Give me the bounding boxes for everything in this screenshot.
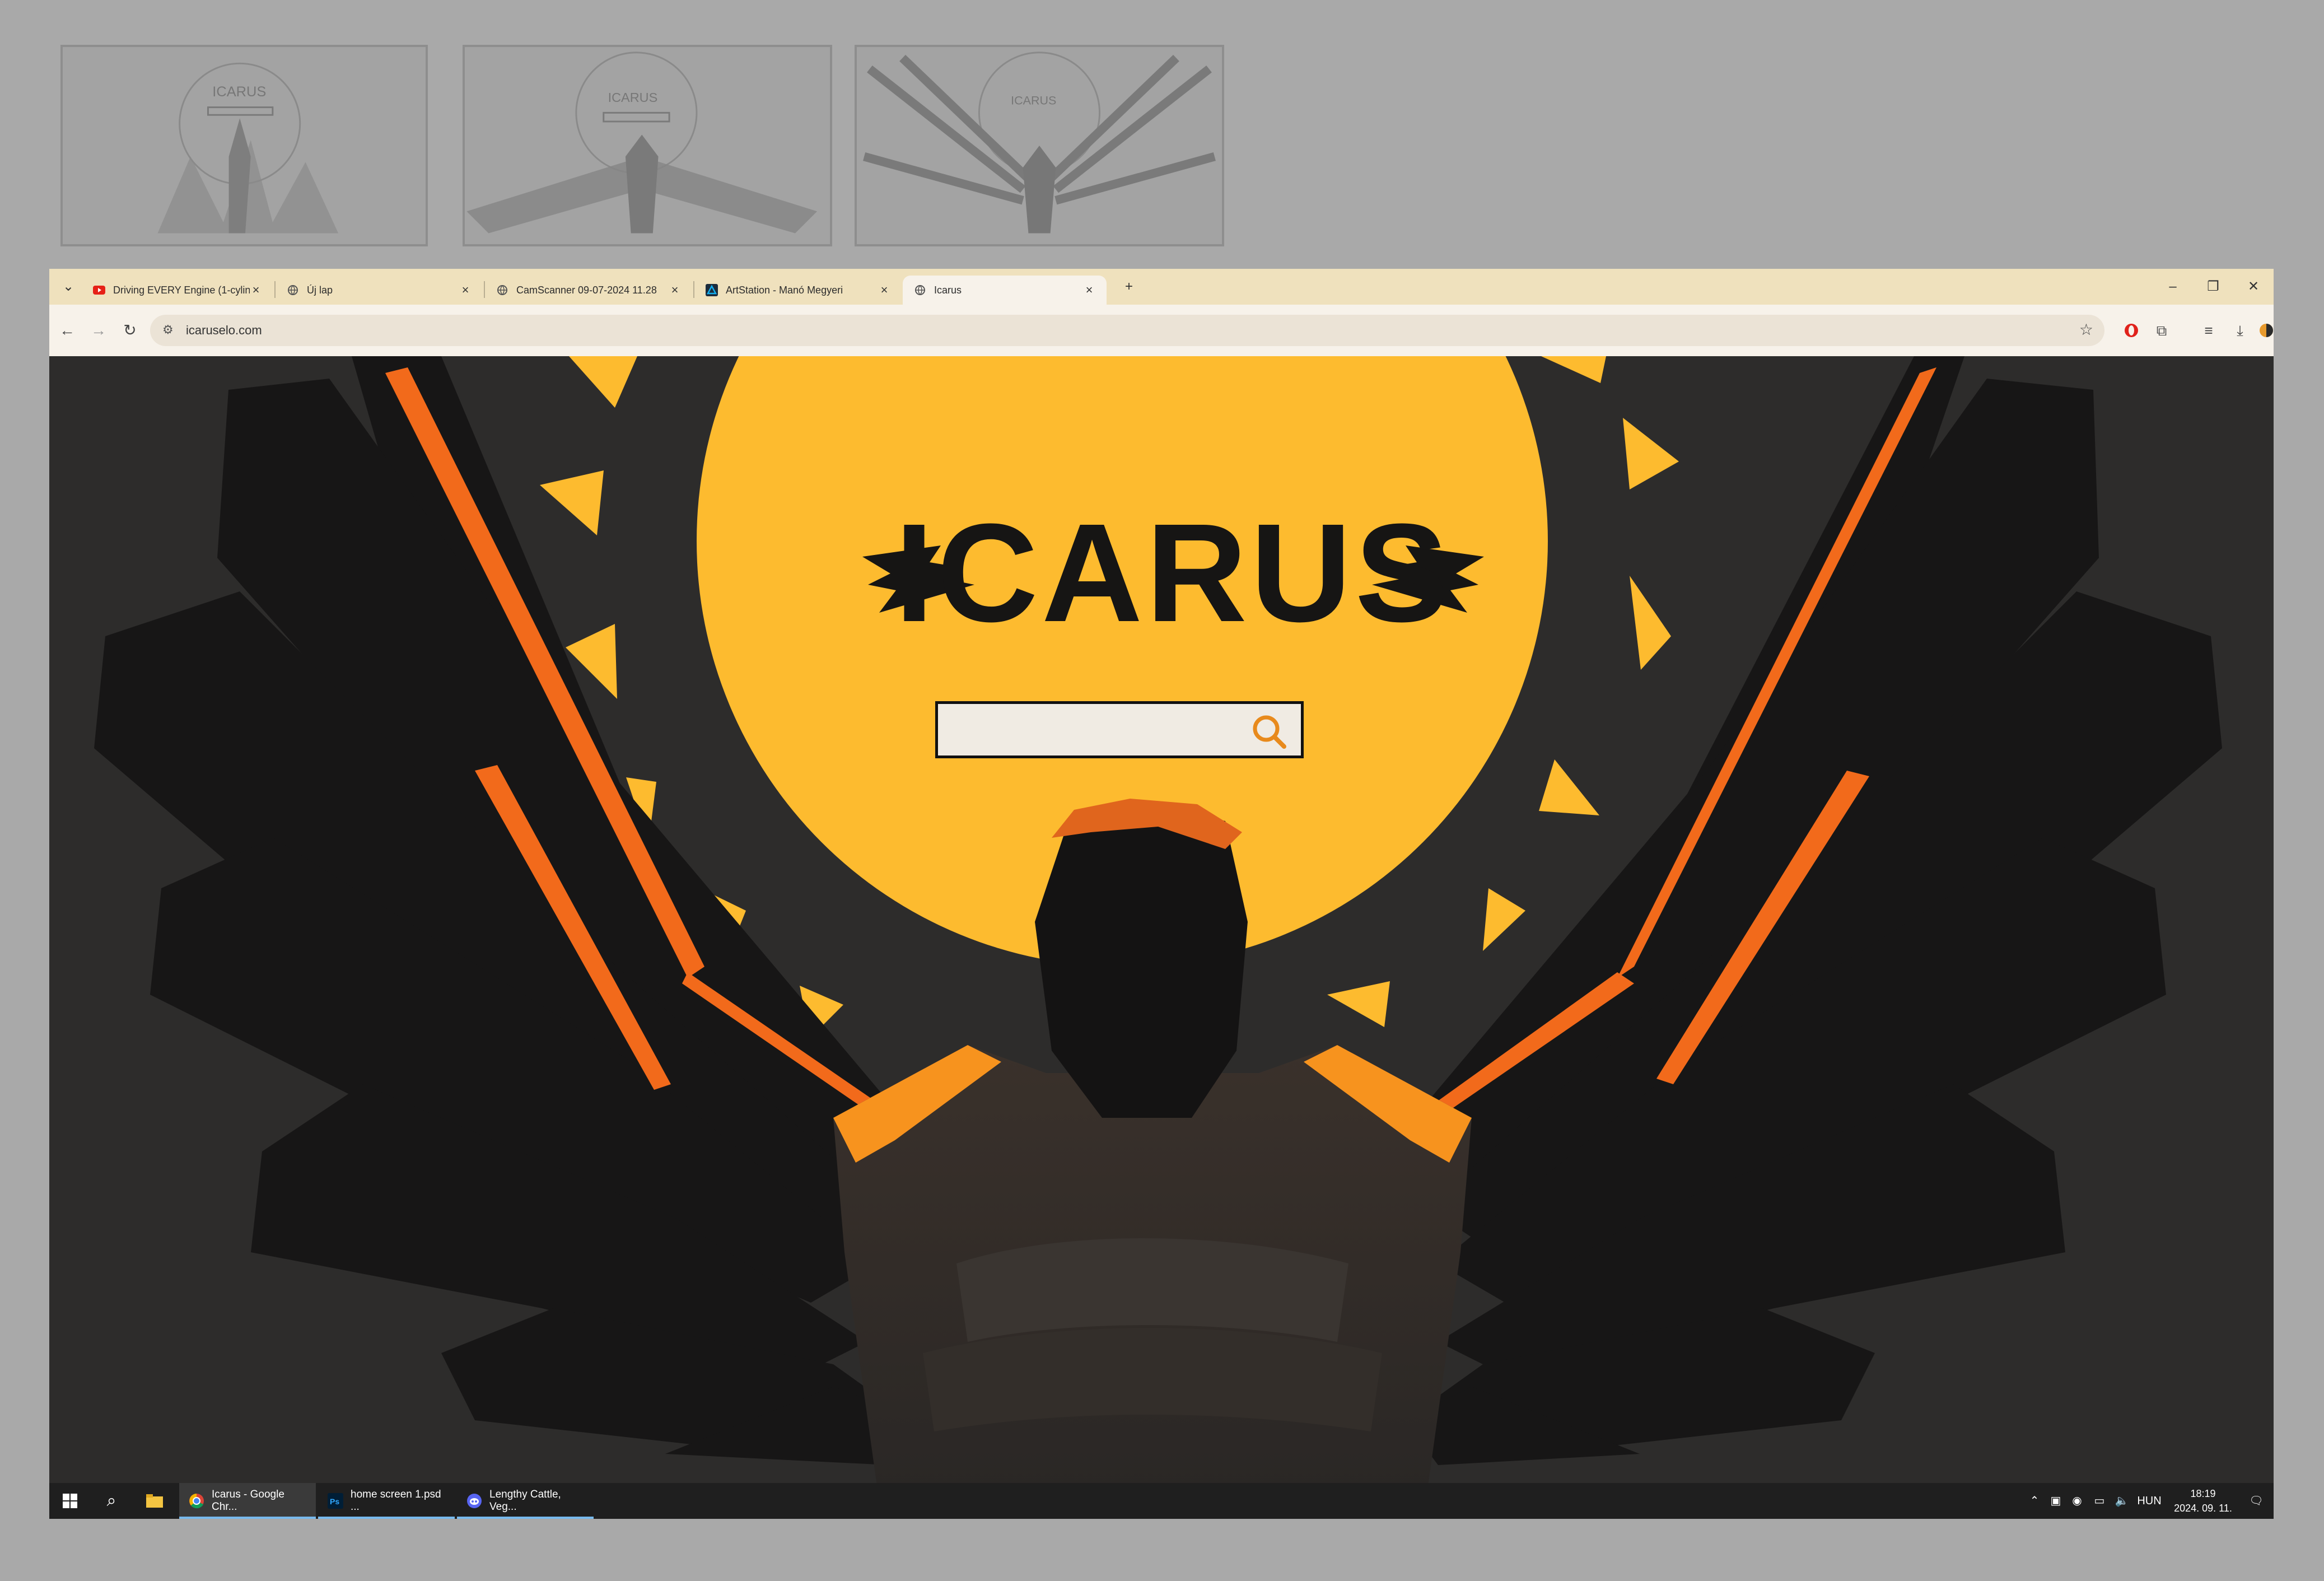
windows-taskbar: ⌕ Icarus - Google Chr... Ps home screen … [49, 1483, 2274, 1519]
svg-text:ICARUS: ICARUS [212, 84, 266, 100]
site-settings-icon[interactable]: ⚙ [162, 323, 174, 337]
close-tab-icon[interactable]: × [1083, 283, 1095, 297]
globe-icon [496, 284, 508, 296]
close-tab-icon[interactable]: × [250, 283, 262, 297]
search-box [935, 701, 1304, 758]
bookmark-star-icon[interactable]: ☆ [2079, 320, 2093, 339]
address-bar[interactable]: ⚙ icaruselo.com ☆ [150, 315, 2104, 346]
tab-camscanner[interactable]: CamScanner 09-07-2024 11.28 × [485, 276, 692, 305]
taskbar-app-photoshop[interactable]: Ps home screen 1.psd ... [318, 1483, 455, 1519]
browser-window: ⌄ Driving EVERY Engine (1-cylinde × Új l… [49, 269, 2274, 1519]
taskbar-app-chrome[interactable]: Icarus - Google Chr... [179, 1483, 316, 1519]
network-icon[interactable]: ▭ [2089, 1483, 2110, 1519]
logo-text: ICARUS [895, 501, 1452, 646]
youtube-icon [93, 284, 105, 296]
tab-search-button[interactable]: ⌄ [56, 276, 81, 298]
clock-time: 18:19 [2190, 1488, 2216, 1499]
browser-toolbar: ← → ↻ ⚙ icaruselo.com ☆ ⧉ ≡ ⤓ [49, 305, 2274, 356]
tab-title: ArtStation - Manó Megyeri [726, 284, 843, 296]
running-indicator [457, 1517, 594, 1519]
download-icon[interactable]: ⤓ [2228, 318, 2252, 343]
chrome-icon [188, 1493, 205, 1509]
svg-text:ICARUS: ICARUS [608, 90, 658, 105]
close-window-icon[interactable]: ✕ [2241, 276, 2266, 298]
file-explorer-icon[interactable] [133, 1483, 176, 1519]
icarus-page: ICARUS [49, 356, 2274, 1494]
reload-icon[interactable]: ↻ [118, 318, 142, 343]
media-controls-icon[interactable]: ≡ [2196, 318, 2221, 343]
minimize-icon[interactable]: – [2160, 276, 2185, 298]
photoshop-icon: Ps [327, 1493, 344, 1509]
tab-new-tab[interactable]: Új lap × [276, 276, 483, 305]
discord-icon [466, 1493, 483, 1509]
sketch-thumbnail-3: ICARUS [855, 45, 1224, 246]
windows-start-icon[interactable] [49, 1483, 91, 1519]
sketch-thumbnail-2: ICARUS [463, 45, 832, 246]
tab-title: Icarus [934, 284, 962, 296]
tab-title: CamScanner 09-07-2024 11.28 [516, 284, 657, 296]
language-indicator[interactable]: HUN [2134, 1483, 2165, 1519]
profile-avatar-icon[interactable] [2259, 318, 2274, 343]
icarus-logo: ICARUS [862, 501, 1484, 646]
running-indicator [318, 1517, 455, 1519]
svg-text:Ps: Ps [330, 1497, 339, 1506]
volume-icon[interactable]: 🔈 [2112, 1483, 2131, 1519]
security-tray-icon[interactable]: ▣ [2046, 1483, 2065, 1519]
tab-bar: ⌄ Driving EVERY Engine (1-cylinde × Új l… [49, 269, 2274, 305]
sketch-drawing-3: ICARUS [863, 52, 1216, 234]
search-input[interactable] [949, 710, 1240, 750]
artstation-icon [706, 284, 718, 296]
globe-icon [287, 284, 299, 296]
sketch-drawing-2: ICARUS [466, 52, 818, 234]
url-text: icaruselo.com [186, 323, 262, 337]
taskbar-app-label: Icarus - Google Chr... [212, 1489, 284, 1513]
sketch-thumbnail-1: ICARUS [60, 45, 428, 246]
forward-icon[interactable]: → [86, 318, 111, 343]
search-icon[interactable] [1249, 712, 1289, 751]
taskbar-app-discord[interactable]: Lengthy Cattle, Veg... [457, 1483, 594, 1519]
opera-extension-icon[interactable] [2119, 318, 2144, 343]
notification-icon[interactable]: 🗨 [2242, 1483, 2270, 1519]
svg-text:ICARUS: ICARUS [1011, 94, 1056, 108]
active-indicator [179, 1517, 316, 1519]
tab-artstation[interactable]: ArtStation - Manó Megyeri × [694, 276, 902, 305]
tab-youtube[interactable]: Driving EVERY Engine (1-cylinde × [82, 276, 273, 305]
back-icon[interactable]: ← [55, 318, 80, 343]
clock-date: 2024. 09. 11. [2174, 1503, 2232, 1514]
close-tab-icon[interactable]: × [459, 283, 472, 297]
clock[interactable]: 18:19 2024. 09. 11. [2169, 1486, 2237, 1515]
search-icon[interactable]: ⌕ [91, 1483, 132, 1519]
taskbar-app-label: Lengthy Cattle, Veg... [489, 1489, 561, 1513]
discord-tray-icon[interactable]: ◉ [2068, 1483, 2087, 1519]
sketch-drawing-1: ICARUS [157, 62, 339, 234]
new-tab-button[interactable]: + [1117, 276, 1141, 298]
close-tab-icon[interactable]: × [669, 283, 681, 297]
chevron-up-icon[interactable]: ⌃ [2025, 1483, 2044, 1519]
taskbar-app-label: home screen 1.psd ... [351, 1489, 441, 1513]
restore-icon[interactable]: ❐ [2201, 276, 2225, 298]
tab-icarus[interactable]: Icarus × [903, 276, 1107, 305]
extensions-puzzle-icon[interactable]: ⧉ [2149, 318, 2174, 343]
globe-icon [914, 284, 926, 296]
tab-title: Driving EVERY Engine (1-cylinde [113, 284, 250, 296]
tab-title: Új lap [307, 284, 333, 296]
close-tab-icon[interactable]: × [878, 283, 890, 297]
